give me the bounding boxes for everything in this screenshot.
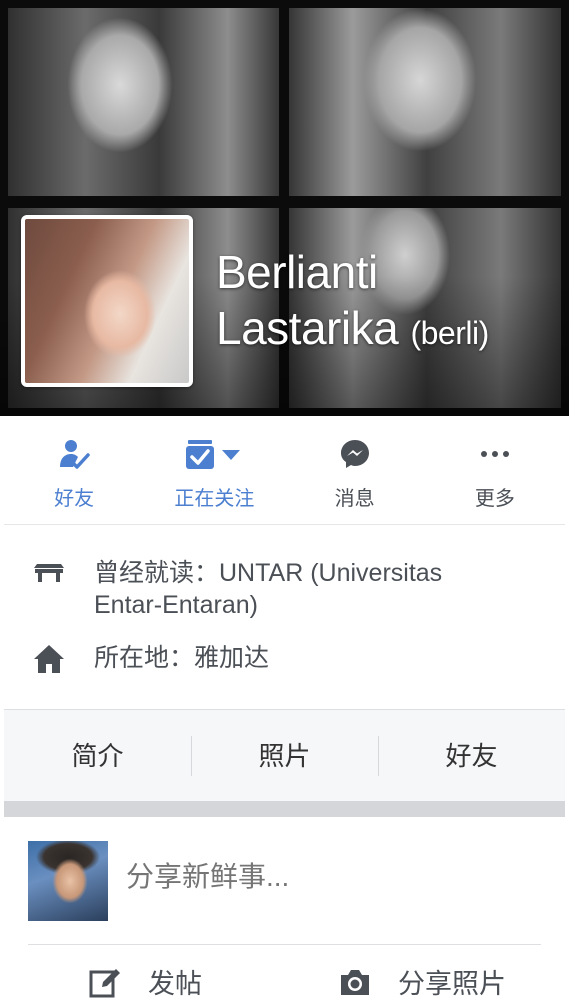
- profile-name: Berlianti Lastarika (berli): [216, 244, 556, 361]
- chevron-down-icon: [222, 450, 241, 460]
- share-photo-button[interactable]: 分享照片: [338, 962, 506, 1001]
- post-button-label: 发帖: [148, 969, 202, 999]
- more-icon: [480, 451, 509, 457]
- compose-icon: [89, 968, 120, 997]
- following-icon: [186, 440, 241, 469]
- profile-last-name: Lastarika: [216, 302, 399, 354]
- profile-action-bar: 好友 正在关注 消息 更多: [4, 416, 565, 525]
- profile-name-line1: Berlianti: [216, 246, 378, 298]
- composer-divider: [28, 944, 541, 945]
- profile-avatar[interactable]: [21, 215, 193, 387]
- following-button-label: 正在关注: [174, 488, 255, 510]
- school-icon: [34, 564, 64, 582]
- message-button-label: 消息: [334, 488, 375, 510]
- following-button[interactable]: 正在关注: [144, 416, 284, 524]
- profile-nickname: (berli): [410, 315, 489, 351]
- tab-photos[interactable]: 照片: [191, 710, 378, 802]
- messenger-icon: [340, 440, 369, 468]
- more-button[interactable]: 更多: [425, 416, 565, 524]
- location-text: 所在地：雅加达: [94, 644, 270, 672]
- post-composer: 发帖 分享照片: [4, 817, 565, 999]
- tab-about[interactable]: 简介: [4, 710, 191, 802]
- home-icon: [34, 645, 64, 673]
- profile-name-line2: Lastarika (berli): [216, 300, 556, 361]
- section-separator: [4, 801, 565, 817]
- camera-icon: [341, 969, 369, 995]
- my-avatar[interactable]: [28, 841, 108, 921]
- tab-friends[interactable]: 好友: [378, 710, 565, 802]
- more-button-label: 更多: [474, 488, 515, 510]
- education-row[interactable]: 曾经就读：UNTAR (Universitas Entar-Entaran): [32, 557, 514, 621]
- message-button[interactable]: 消息: [285, 416, 425, 524]
- location-row[interactable]: 所在地：雅加达: [32, 642, 514, 676]
- profile-info: 曾经就读：UNTAR (Universitas Entar-Entaran) 所…: [4, 525, 565, 709]
- education-text: 曾经就读：UNTAR (Universitas Entar-Entaran): [94, 559, 443, 619]
- friends-button-label: 好友: [54, 488, 95, 510]
- composer-input[interactable]: [126, 861, 506, 893]
- friend-check-icon: [60, 440, 90, 469]
- profile-tabs: 简介 照片 好友: [4, 709, 565, 802]
- friends-button[interactable]: 好友: [4, 416, 144, 524]
- post-button[interactable]: 发帖: [88, 962, 202, 1001]
- share-photo-label: 分享照片: [398, 969, 506, 999]
